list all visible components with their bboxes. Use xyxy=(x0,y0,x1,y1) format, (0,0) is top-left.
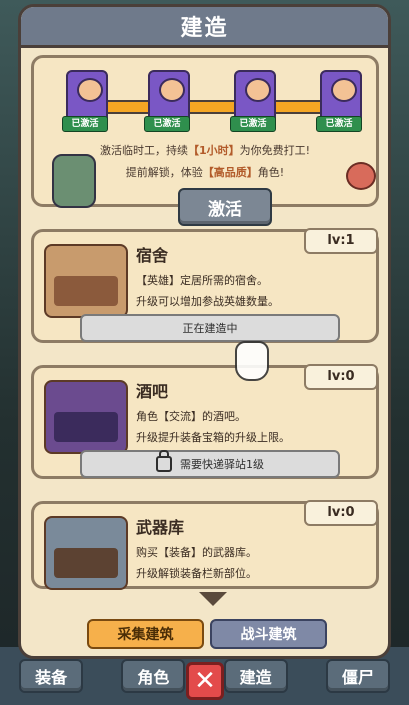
activated-badge: 已激活 xyxy=(230,116,276,132)
hero-progress-track xyxy=(74,100,358,114)
building-description: 【英雄】定居所需的宿舍。 升级可以增加参战英雄数量。 xyxy=(136,274,279,308)
meat-icon xyxy=(346,162,376,190)
tab-combat-buildings[interactable]: 战斗建筑 xyxy=(210,619,327,649)
panel-header: 建造 xyxy=(21,7,388,48)
bar-image xyxy=(44,380,128,454)
building-title: 宿舍 xyxy=(136,246,169,265)
hero-portrait-3: 已激活 xyxy=(230,68,276,132)
building-card-armory: 武器库 购买【装备】的武器库。 升级解锁装备栏新部位。 lv:0 xyxy=(31,500,379,590)
building-description: 角色【交流】的酒吧。 升级提升装备宝箱的升级上限。 xyxy=(136,410,290,444)
zombie-mascot-icon xyxy=(52,154,96,208)
close-icon: ✕ xyxy=(194,666,216,696)
locked-requirement-button[interactable]: 需要快递驿站1级 xyxy=(80,450,340,478)
activate-button[interactable]: 激活 xyxy=(178,188,272,226)
tap-hint-hand-icon xyxy=(235,341,269,381)
level-badge: lv:0 xyxy=(304,500,378,526)
nav-tab-equipment[interactable]: 装备 xyxy=(19,659,84,693)
building-status-button[interactable]: 正在建造中 xyxy=(80,314,340,342)
level-badge: lv:1 xyxy=(304,228,378,254)
hero-portrait-1: 已激活 xyxy=(62,68,108,132)
activated-badge: 已激活 xyxy=(62,116,108,132)
nav-tab-role[interactable]: 角色 xyxy=(121,659,186,693)
building-category-tabs: 采集建筑 战斗建筑 xyxy=(87,619,327,649)
armory-image xyxy=(44,516,128,590)
nav-tab-zombie[interactable]: 僵尸 xyxy=(325,659,390,693)
building-card-bar: 酒吧 角色【交流】的酒吧。 升级提升装备宝箱的升级上限。 lv:0 需要快递驿站… xyxy=(31,364,379,479)
activated-badge: 已激活 xyxy=(316,116,362,132)
building-description: 购买【装备】的武器库。 升级解锁装备栏新部位。 xyxy=(136,546,257,580)
build-panel: 建造 已激活 已激活 已激活 已激活 激活临时工，持续【1小时】为你免费打工! … xyxy=(18,4,391,659)
temp-worker-promo: 已激活 已激活 已激活 已激活 激活临时工，持续【1小时】为你免费打工! 提前解… xyxy=(31,55,379,226)
building-card-dorm: 宿舍 【英雄】定居所需的宿舍。 升级可以增加参战英雄数量。 lv:1 正在建造中 xyxy=(31,228,379,343)
tab-gather-buildings[interactable]: 采集建筑 xyxy=(87,619,204,649)
hero-portrait-2: 已激活 xyxy=(144,68,190,132)
panel-title: 建造 xyxy=(180,16,229,41)
hero-portrait-4: 已激活 xyxy=(316,68,362,132)
level-badge: lv:0 xyxy=(304,364,378,390)
nav-tab-build[interactable]: 建造 xyxy=(223,659,288,693)
activated-badge: 已激活 xyxy=(144,116,190,132)
close-button[interactable]: ✕ xyxy=(186,662,224,700)
lock-icon xyxy=(156,450,172,472)
building-title: 武器库 xyxy=(136,518,185,537)
dorm-image xyxy=(44,244,128,318)
chevron-down-icon[interactable] xyxy=(199,592,227,606)
building-title: 酒吧 xyxy=(136,382,169,401)
